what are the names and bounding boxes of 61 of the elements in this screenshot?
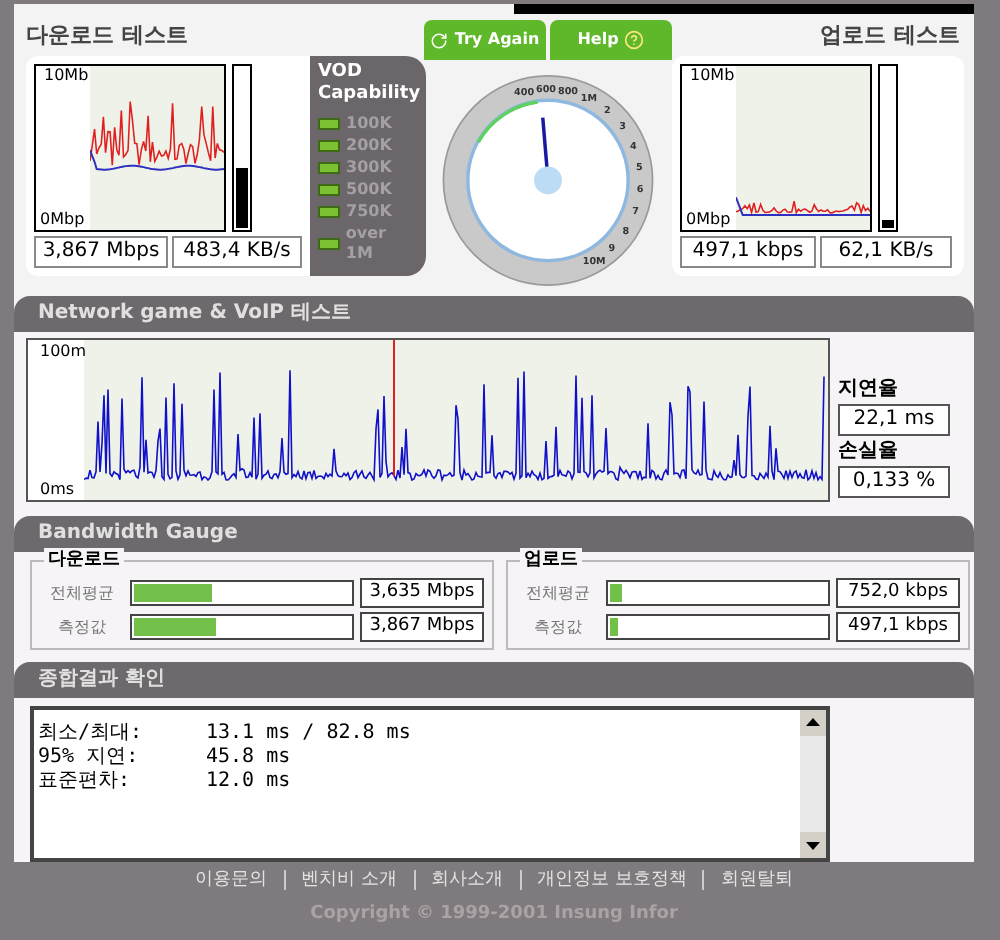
axis-label: 0ms <box>40 482 75 498</box>
footer-link[interactable]: 이용문의 <box>179 870 284 890</box>
footer-link[interactable]: 개인정보 보호정책 <box>519 870 703 890</box>
led-indicator <box>318 118 340 130</box>
help-icon <box>624 30 645 50</box>
led-indicator <box>318 238 340 250</box>
axis-label: 0Mbp <box>686 212 731 228</box>
vod-label: 750K <box>346 202 392 222</box>
result-label: 최소/최대: <box>38 722 145 746</box>
panel-title: 다운로드 테스트 <box>26 20 190 52</box>
led-indicator <box>318 140 340 152</box>
axis-label: 10Mb <box>690 68 735 84</box>
results-text-area[interactable]: 최소/최대: 13.1 ms / 82.8 ms 95% 지연: 45.8 ms 표준편차: 12.0 ms <box>30 706 830 862</box>
result-value: 12.0 ms <box>206 770 291 794</box>
gauge-value: 497,1 kbps <box>836 612 960 642</box>
refresh-icon <box>430 31 449 49</box>
gauge-value: 3,635 Mbps <box>360 578 484 608</box>
section-header: Bandwidth Gauge <box>14 516 974 552</box>
stat-label: 손실율 <box>838 438 900 466</box>
footer-link[interactable]: 벤치비 소개 <box>283 870 413 890</box>
vod-title: VOD Capability <box>318 62 418 106</box>
scroll-up-icon[interactable] <box>800 710 826 736</box>
speed-readout: 3,867 Mbps <box>34 236 168 268</box>
led-indicator <box>318 162 340 174</box>
result-label: 95% 지연: <box>38 746 141 770</box>
footer-link[interactable]: 회사소개 <box>413 870 519 890</box>
speed-readout: 497,1 kbps <box>680 236 816 268</box>
group-title: 다운로드 <box>44 548 124 572</box>
led-indicator <box>318 206 340 218</box>
result-label: 표준편차: <box>38 770 133 794</box>
footer-link[interactable]: 회원탈퇴 <box>702 870 809 890</box>
scroll-down-icon[interactable] <box>800 832 826 858</box>
result-value: 13.1 ms / 82.8 ms <box>206 722 411 746</box>
led-indicator <box>318 184 340 196</box>
gauge-value: 3,867 Mbps <box>360 612 484 642</box>
axis-label: 10Mb <box>44 68 89 84</box>
axis-label: 100m <box>40 344 87 360</box>
try-again-button[interactable]: Try Again <box>424 20 546 60</box>
axis-label: 0Mbp <box>40 212 85 228</box>
help-button[interactable]: Help <box>550 20 672 60</box>
vod-label: 300K <box>346 158 392 178</box>
rate-readout: 483,4 KB/s <box>171 236 302 268</box>
result-value: 45.8 ms <box>206 746 291 770</box>
scrollbar[interactable] <box>800 710 826 858</box>
gauge-label: 전체평균 <box>48 581 116 605</box>
vod-label: over 1M <box>345 224 389 264</box>
group-title: 업로드 <box>520 548 582 572</box>
panel-title: 업로드 테스트 <box>818 20 962 52</box>
vod-label: 100K <box>346 114 392 134</box>
vod-label: 200K <box>346 136 392 156</box>
vod-label: 500K <box>346 180 392 200</box>
gauge-label: 측정값 <box>532 615 584 639</box>
section-header: 종합결과 확인 <box>14 662 974 698</box>
section-header: Network game & VoIP 테스트 <box>14 296 974 332</box>
rate-readout: 62,1 KB/s <box>820 236 952 268</box>
gauge-value: 752,0 kbps <box>836 578 960 608</box>
latency-value: 22,1 ms <box>838 404 950 436</box>
loss-value: 0,133 % <box>838 466 950 498</box>
gauge-label: 전체평균 <box>524 581 592 605</box>
stat-label: 지연율 <box>838 376 900 404</box>
gauge-label: 측정값 <box>56 615 108 639</box>
